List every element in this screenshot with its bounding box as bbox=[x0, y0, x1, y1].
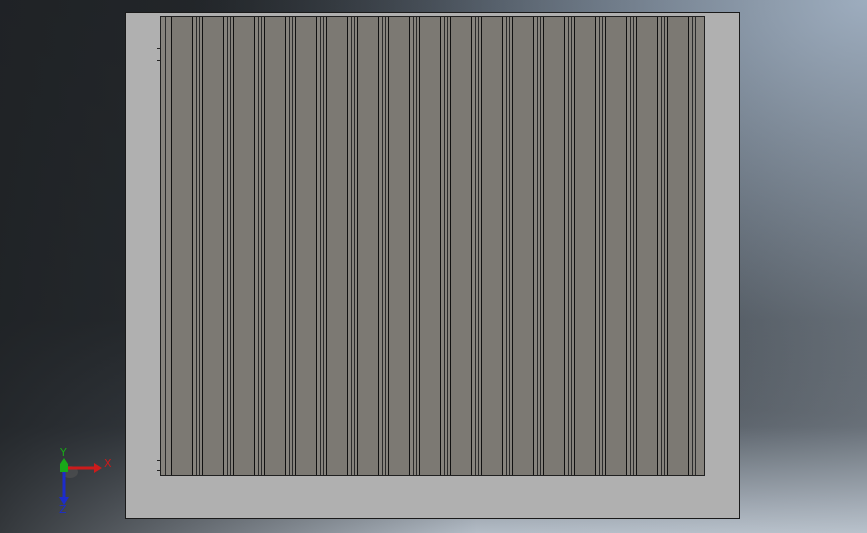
heatsink-fin[interactable] bbox=[574, 17, 596, 475]
fin-groove-line bbox=[261, 17, 262, 475]
reference-triad: X Y Z bbox=[50, 447, 120, 516]
fin-groove-line bbox=[320, 17, 321, 475]
fin-groove-line bbox=[602, 17, 603, 475]
fin-groove-line bbox=[447, 17, 448, 475]
y-axis-label: Y bbox=[60, 446, 67, 459]
fin-groove-line bbox=[292, 17, 293, 475]
heatsink-fin[interactable] bbox=[388, 17, 410, 475]
graphics-viewport[interactable]: X Y Z bbox=[0, 0, 867, 533]
fin-groove-line bbox=[230, 17, 231, 475]
fin-groove-line bbox=[633, 17, 634, 475]
heatsink-fin[interactable] bbox=[605, 17, 627, 475]
fin-groove-line bbox=[258, 17, 259, 475]
heatsink-fin[interactable] bbox=[171, 17, 193, 475]
fin-groove-line bbox=[478, 17, 479, 475]
fin-groove-line bbox=[351, 17, 352, 475]
fin-groove-line bbox=[509, 17, 510, 475]
edge-tick-mark bbox=[157, 60, 160, 61]
fin-groove-line bbox=[199, 17, 200, 475]
x-axis-label: X bbox=[104, 457, 112, 470]
heatsink-fin[interactable] bbox=[667, 17, 689, 475]
fin-groove-line bbox=[599, 17, 600, 475]
fin-groove-line bbox=[416, 17, 417, 475]
fin-groove-line bbox=[630, 17, 631, 475]
fin-groove-line bbox=[506, 17, 507, 475]
z-axis-label: Z bbox=[59, 503, 67, 516]
edge-tick-mark bbox=[157, 460, 160, 461]
fin-groove-line bbox=[289, 17, 290, 475]
heatsink-fin[interactable] bbox=[512, 17, 534, 475]
edge-tick-mark bbox=[157, 470, 160, 471]
heatsink-fin[interactable] bbox=[357, 17, 379, 475]
fin-groove-line bbox=[537, 17, 538, 475]
heatsink-fin[interactable] bbox=[481, 17, 503, 475]
fin-groove-line bbox=[571, 17, 572, 475]
fin-groove-line bbox=[323, 17, 324, 475]
fin-groove-line bbox=[413, 17, 414, 475]
heatsink-fin[interactable] bbox=[419, 17, 441, 475]
fin-groove-line bbox=[227, 17, 228, 475]
heatsink-fin[interactable] bbox=[202, 17, 224, 475]
heatsink-fin[interactable] bbox=[264, 17, 286, 475]
fin-groove-line bbox=[540, 17, 541, 475]
fin-groove-line bbox=[695, 17, 696, 475]
heatsink-fin[interactable] bbox=[543, 17, 565, 475]
fin-groove-line bbox=[568, 17, 569, 475]
heatsink-fin[interactable] bbox=[636, 17, 658, 475]
heatsink-fin[interactable] bbox=[233, 17, 255, 475]
block-edge-line bbox=[165, 17, 166, 475]
heatsink-fin[interactable] bbox=[450, 17, 472, 475]
heatsink-fin[interactable] bbox=[295, 17, 317, 475]
fin-groove-line bbox=[385, 17, 386, 475]
fin-groove-line bbox=[196, 17, 197, 475]
heatsink-fin-block[interactable] bbox=[160, 16, 705, 476]
fin-groove-line bbox=[692, 17, 693, 475]
fin-groove-line bbox=[354, 17, 355, 475]
fin-groove-line bbox=[664, 17, 665, 475]
fin-groove-line bbox=[444, 17, 445, 475]
heatsink-fin[interactable] bbox=[326, 17, 348, 475]
fin-groove-line bbox=[475, 17, 476, 475]
fin-groove-line bbox=[661, 17, 662, 475]
fin-groove-line bbox=[382, 17, 383, 475]
edge-tick-mark bbox=[157, 48, 160, 49]
